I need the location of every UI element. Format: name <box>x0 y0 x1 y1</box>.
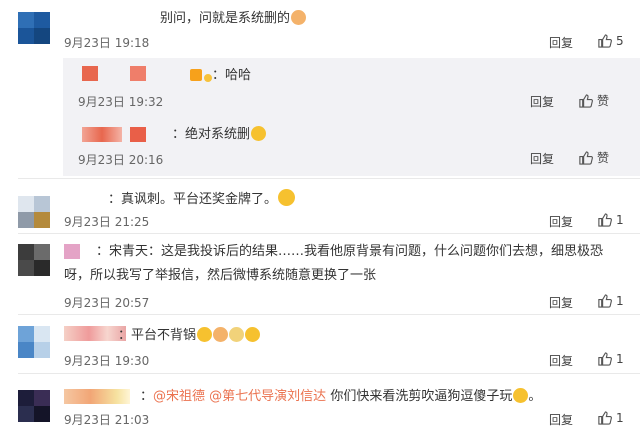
comment-date: 9月23日 19:30 <box>64 354 150 368</box>
comment-text: ：平台不背锅 <box>118 327 261 344</box>
reply-date: 9月23日 20:16 <box>78 153 164 167</box>
avatar[interactable] <box>18 390 50 422</box>
mention-link[interactable]: @第七代导演刘信达 <box>209 389 326 404</box>
cat-emoji-icon <box>291 10 307 25</box>
thumbs-up-icon <box>579 151 593 165</box>
thumbs-up-icon <box>598 294 612 308</box>
username[interactable] <box>64 244 80 259</box>
like-count: 5 <box>616 33 624 48</box>
medal-icon <box>204 74 212 82</box>
comment-text: 呀，所以我写了举报信，然后微博系统随意更换了一张 <box>64 268 377 283</box>
grin-emoji-icon <box>197 327 213 342</box>
like-count: 1 <box>616 293 624 308</box>
divider <box>18 233 640 234</box>
like-button[interactable]: 1 <box>597 410 624 425</box>
avatar[interactable] <box>18 12 50 44</box>
username[interactable] <box>130 127 146 142</box>
comment-date: 9月23日 21:03 <box>64 413 150 427</box>
username[interactable] <box>130 66 146 81</box>
thumbs-up-icon <box>579 94 593 108</box>
comment-text: ：@宋祖德 @第七代导演刘信达 你们快来看洗剪吹逼狗逗傻子玩。 <box>140 388 542 404</box>
divider <box>18 373 640 374</box>
yum-emoji-icon <box>513 388 529 403</box>
like-count: 1 <box>616 410 624 425</box>
sweat-emoji-icon <box>278 189 296 206</box>
laugh-emoji-icon <box>245 327 261 342</box>
comment-date: 9月23日 20:57 <box>64 296 150 310</box>
comment-text: 别问，问就是系统删的 <box>160 10 307 27</box>
reply-button[interactable]: 回复 <box>549 411 573 428</box>
reply-button[interactable]: 回复 <box>549 294 573 311</box>
username[interactable] <box>64 389 130 404</box>
like-label: 赞 <box>597 94 610 108</box>
like-button[interactable]: 赞 <box>578 92 609 109</box>
mention-link[interactable]: @宋祖德 <box>153 389 205 404</box>
thumbs-up-icon <box>598 34 612 48</box>
reply-button[interactable]: 回复 <box>530 93 554 110</box>
comment-date: 9月23日 19:18 <box>64 36 150 50</box>
divider <box>18 178 640 179</box>
like-count: 1 <box>616 212 624 227</box>
username[interactable] <box>82 127 122 142</box>
comment-text: ：宋青天：这是我投诉后的结果……我看他原背景有问题，什么问题你们去想，细思极恐 <box>96 244 604 259</box>
comment-text: ：真讽刺。平台还奖金牌了。 <box>108 189 296 208</box>
reply-text: ：哈哈 <box>190 68 251 84</box>
dog-emoji-icon <box>229 327 245 342</box>
like-button[interactable]: 1 <box>597 212 624 227</box>
comment-date: 9月23日 21:25 <box>64 215 150 229</box>
reply-button[interactable]: 回复 <box>549 352 573 369</box>
like-button[interactable]: 1 <box>597 351 624 366</box>
thumbs-up-icon <box>598 352 612 366</box>
reply-button[interactable]: 回复 <box>549 34 573 51</box>
avatar[interactable] <box>18 196 50 228</box>
reply-button[interactable]: 回复 <box>549 213 573 230</box>
like-button[interactable]: 赞 <box>578 149 609 166</box>
reply-date: 9月23日 19:32 <box>78 95 164 109</box>
reply-text: ：绝对系统删 <box>172 126 267 143</box>
thumbs-up-icon <box>598 213 612 227</box>
thumbs-up-icon <box>598 411 612 425</box>
vip-badge-icon <box>190 69 202 81</box>
username[interactable] <box>82 66 98 81</box>
like-button[interactable]: 5 <box>597 33 624 48</box>
smile-emoji-icon <box>251 126 267 141</box>
like-count: 1 <box>616 351 624 366</box>
cat-emoji-icon <box>213 327 229 342</box>
avatar[interactable] <box>18 244 50 276</box>
like-label: 赞 <box>597 151 610 165</box>
username[interactable] <box>64 326 126 341</box>
like-button[interactable]: 1 <box>597 293 624 308</box>
divider <box>18 314 640 315</box>
avatar[interactable] <box>18 326 50 358</box>
reply-button[interactable]: 回复 <box>530 150 554 167</box>
